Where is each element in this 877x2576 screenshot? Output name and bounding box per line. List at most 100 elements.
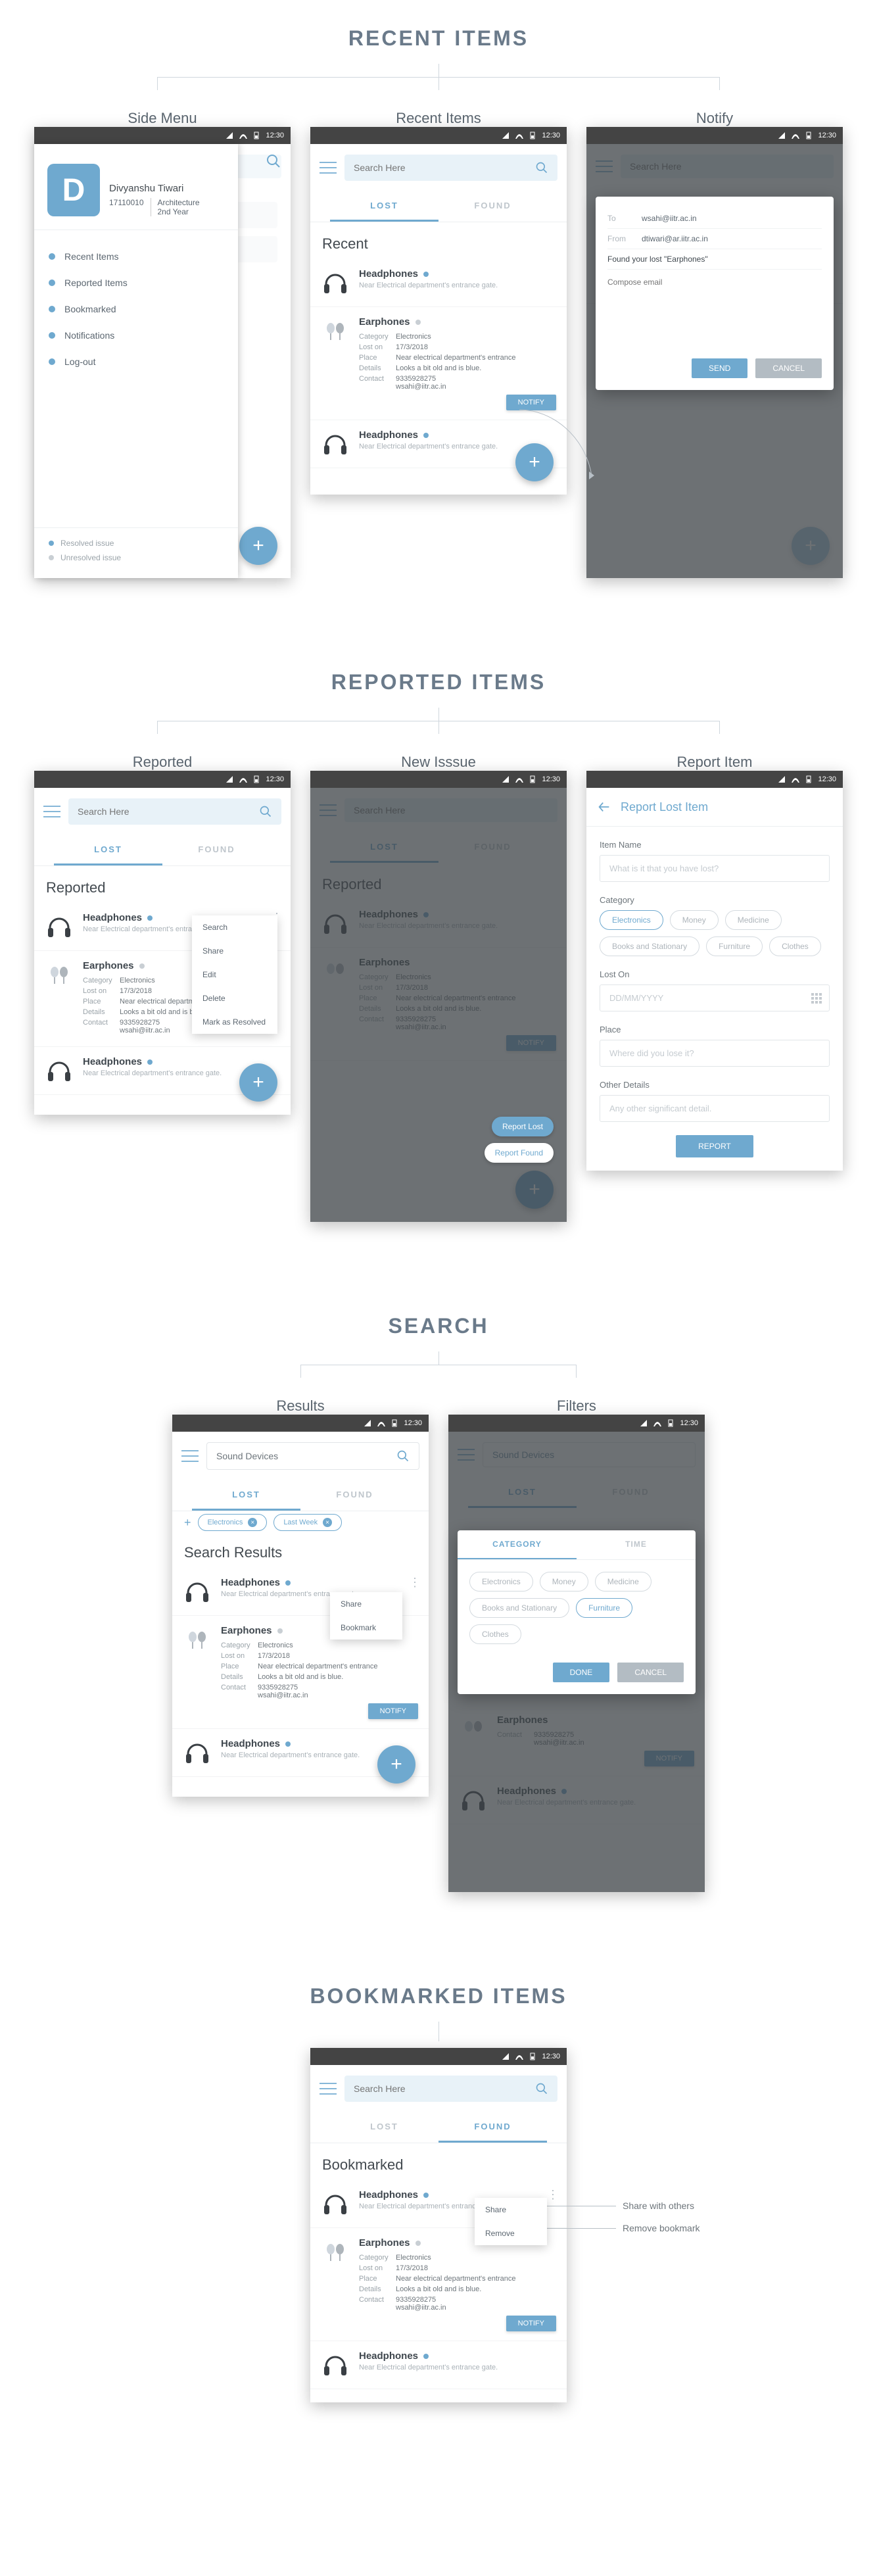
search-box[interactable] bbox=[68, 798, 281, 825]
status-time: 12:30 bbox=[542, 2053, 560, 2060]
chip-books[interactable]: Books and Stationary bbox=[600, 936, 699, 956]
item-title: Headphones bbox=[359, 268, 418, 279]
tab-lost[interactable]: LOST bbox=[54, 835, 162, 865]
tab-found[interactable]: FOUND bbox=[438, 191, 547, 222]
send-button[interactable]: SEND bbox=[692, 358, 747, 378]
filter-chip-electronics[interactable]: Electronics× bbox=[198, 1514, 268, 1531]
fab-add[interactable]: + bbox=[239, 1063, 277, 1102]
popup-search[interactable]: Search bbox=[192, 915, 277, 939]
search-box[interactable] bbox=[344, 2076, 557, 2102]
heading-reported: Reported bbox=[34, 866, 291, 903]
search-icon[interactable] bbox=[396, 1449, 410, 1463]
status-time: 12:30 bbox=[818, 132, 836, 139]
chip-report-lost[interactable]: Report Lost bbox=[492, 1117, 554, 1136]
popup-share[interactable]: Share bbox=[330, 1592, 402, 1616]
from-value[interactable]: dtiwari@ar.iitr.ac.in bbox=[642, 234, 822, 243]
tab-lost[interactable]: LOST bbox=[330, 2112, 438, 2143]
calendar-icon[interactable] bbox=[811, 993, 822, 1004]
chip-books[interactable]: Books and Stationary bbox=[469, 1598, 569, 1618]
notify-button[interactable]: NOTIFY bbox=[368, 1703, 418, 1719]
done-button[interactable]: DONE bbox=[553, 1663, 610, 1682]
list-item-expanded[interactable]: Earphones CategoryElectronics Lost on17/… bbox=[310, 307, 567, 420]
chip-medicine[interactable]: Medicine bbox=[595, 1572, 652, 1592]
list-item[interactable]: Headphones Near Electrical department's … bbox=[310, 259, 567, 307]
hamburger-icon[interactable] bbox=[181, 1450, 199, 1462]
input-lost-on[interactable] bbox=[600, 984, 830, 1011]
fab-add[interactable]: + bbox=[377, 1745, 415, 1784]
menu-bookmarked[interactable]: Bookmarked bbox=[34, 296, 238, 322]
chip-report-found[interactable]: Report Found bbox=[485, 1143, 554, 1163]
headphones-icon bbox=[46, 913, 72, 940]
search-input[interactable] bbox=[354, 162, 529, 173]
more-icon[interactable]: ⋮ bbox=[409, 1576, 421, 1590]
list-item[interactable]: HeadphonesNear Electrical department's e… bbox=[310, 2341, 567, 2389]
input-item-name[interactable] bbox=[600, 855, 830, 882]
to-label: To bbox=[607, 214, 634, 223]
popup-edit[interactable]: Edit bbox=[192, 963, 277, 986]
fab-add[interactable]: + bbox=[239, 527, 277, 565]
chip-electronics[interactable]: Electronics bbox=[469, 1572, 533, 1592]
remove-filter-icon[interactable]: × bbox=[248, 1518, 257, 1527]
popup-delete[interactable]: Delete bbox=[192, 986, 277, 1010]
tab-found[interactable]: FOUND bbox=[162, 835, 271, 865]
add-filter-icon[interactable]: + bbox=[184, 1516, 191, 1530]
tab-found[interactable]: FOUND bbox=[300, 1480, 409, 1511]
tab-lost[interactable]: LOST bbox=[192, 1480, 300, 1511]
search-icon[interactable] bbox=[266, 153, 281, 169]
search-box[interactable] bbox=[206, 1442, 419, 1470]
popup-remove[interactable]: Remove bbox=[475, 2222, 547, 2245]
search-input[interactable] bbox=[354, 2083, 529, 2094]
fab-add[interactable]: + bbox=[515, 443, 554, 481]
tab-lost[interactable]: LOST bbox=[330, 191, 438, 222]
menu-logout[interactable]: Log-out bbox=[34, 349, 238, 375]
hamburger-icon[interactable] bbox=[43, 806, 60, 817]
popup-share[interactable]: Share bbox=[475, 2198, 547, 2222]
report-button[interactable]: REPORT bbox=[676, 1135, 753, 1157]
cancel-button[interactable]: CANCEL bbox=[617, 1663, 684, 1682]
hamburger-icon[interactable] bbox=[320, 162, 337, 174]
back-arrow-icon[interactable] bbox=[597, 800, 611, 814]
chip-clothes[interactable]: Clothes bbox=[469, 1624, 521, 1644]
popup-bookmark[interactable]: Bookmark bbox=[330, 1616, 402, 1640]
legend-resolved: Resolved issue bbox=[60, 539, 114, 548]
search-input[interactable] bbox=[216, 1451, 390, 1461]
popup-share[interactable]: Share bbox=[192, 939, 277, 963]
search-icon[interactable] bbox=[535, 161, 548, 174]
chip-furniture[interactable]: Furniture bbox=[576, 1598, 632, 1618]
search-icon[interactable] bbox=[535, 2082, 548, 2095]
notify-button[interactable]: NOTIFY bbox=[506, 395, 556, 410]
heading-recent: Recent bbox=[310, 222, 567, 259]
input-place[interactable] bbox=[600, 1040, 830, 1067]
status-dot bbox=[285, 1741, 291, 1747]
chip-clothes[interactable]: Clothes bbox=[769, 936, 821, 956]
more-icon[interactable]: ⋮ bbox=[547, 2188, 559, 2202]
headphones-icon bbox=[321, 268, 350, 297]
menu-reported-items[interactable]: Reported Items bbox=[34, 270, 238, 296]
tab-found[interactable]: FOUND bbox=[438, 2112, 547, 2143]
chip-medicine[interactable]: Medicine bbox=[725, 910, 782, 930]
to-value[interactable]: wsahi@iitr.ac.in bbox=[642, 214, 822, 223]
filter-chip-last-week[interactable]: Last Week× bbox=[273, 1514, 342, 1531]
subject-value[interactable]: Found your lost "Earphones" bbox=[607, 255, 822, 264]
menu-recent-items[interactable]: Recent Items bbox=[34, 243, 238, 270]
hamburger-icon[interactable] bbox=[320, 2083, 337, 2095]
compose-textarea[interactable] bbox=[607, 270, 822, 349]
search-icon[interactable] bbox=[259, 805, 272, 818]
item-subtitle: Near Electrical department's entrance ga… bbox=[359, 281, 556, 289]
chip-electronics[interactable]: Electronics bbox=[600, 910, 663, 930]
side-drawer[interactable]: D Divyanshu Tiwari 17110010 Architecture… bbox=[34, 144, 238, 578]
notify-button[interactable]: NOTIFY bbox=[506, 2316, 556, 2331]
filter-tab-category[interactable]: CATEGORY bbox=[458, 1530, 577, 1559]
input-other[interactable] bbox=[600, 1095, 830, 1122]
search-box[interactable] bbox=[344, 155, 557, 181]
label-place: Place bbox=[600, 1025, 830, 1034]
chip-money[interactable]: Money bbox=[540, 1572, 588, 1592]
filter-tab-time[interactable]: TIME bbox=[577, 1530, 696, 1559]
cancel-button[interactable]: CANCEL bbox=[755, 358, 822, 378]
remove-filter-icon[interactable]: × bbox=[323, 1518, 332, 1527]
chip-money[interactable]: Money bbox=[670, 910, 719, 930]
popup-mark-resolved[interactable]: Mark as Resolved bbox=[192, 1010, 277, 1034]
chip-furniture[interactable]: Furniture bbox=[706, 936, 763, 956]
menu-notifications[interactable]: Notifications bbox=[34, 322, 238, 349]
search-input[interactable] bbox=[78, 806, 252, 817]
